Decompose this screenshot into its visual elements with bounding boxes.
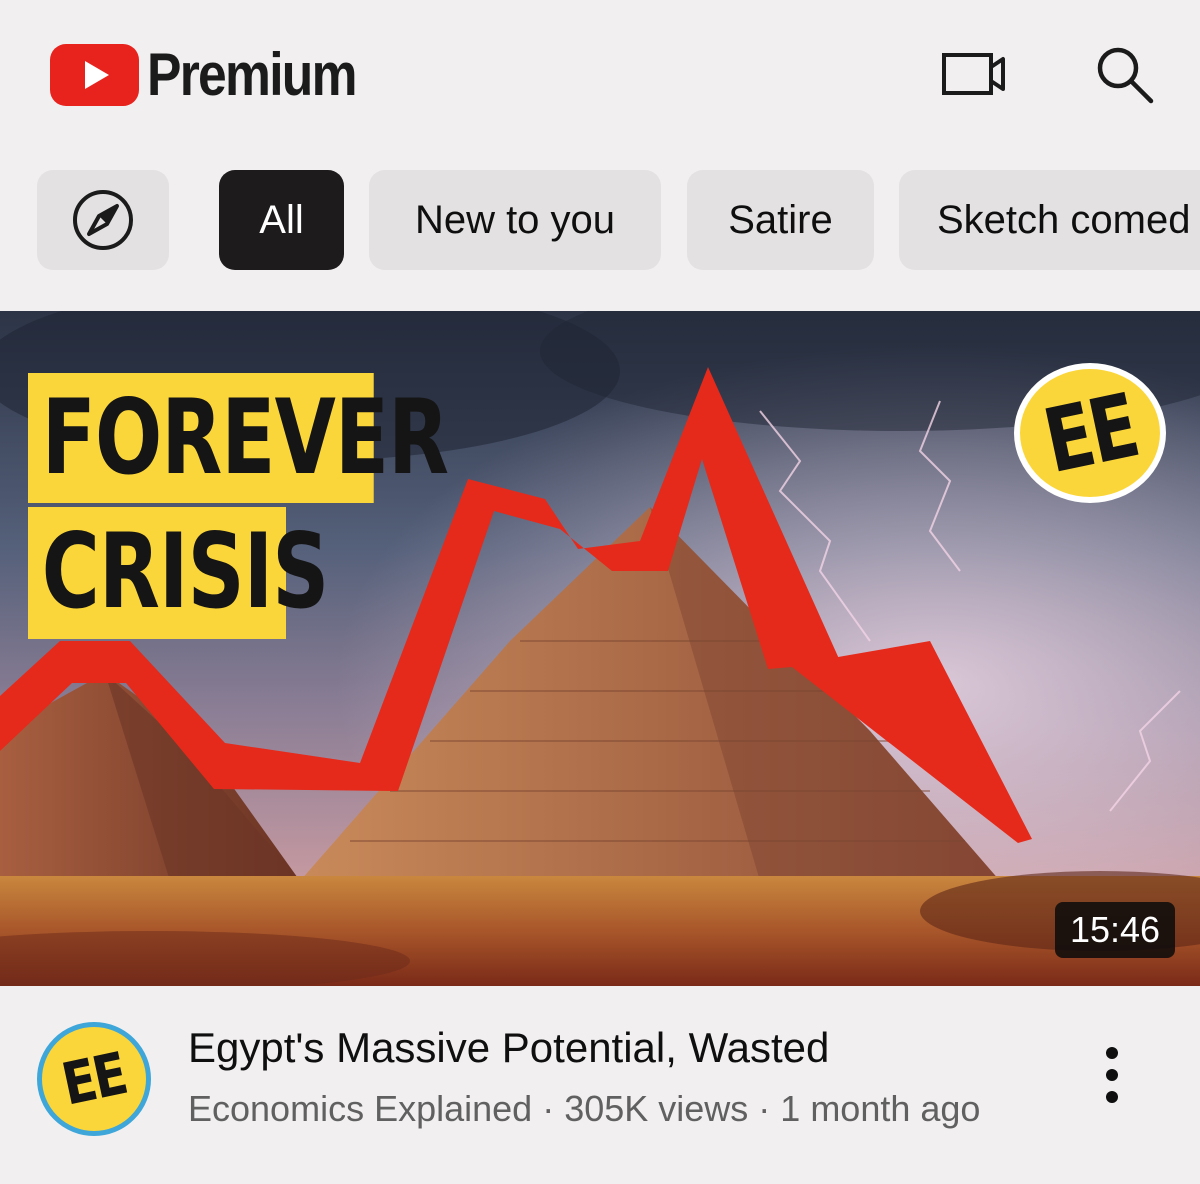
- upload-age: 1 month ago: [780, 1088, 981, 1129]
- video-metadata: Economics Explained · 305K views · 1 mon…: [188, 1088, 1068, 1130]
- chip-sketch-comedy[interactable]: Sketch comed: [899, 170, 1200, 270]
- chip-all[interactable]: All: [219, 170, 344, 270]
- separator: ·: [532, 1088, 565, 1129]
- search-icon: [1097, 47, 1154, 104]
- youtube-logo-icon: [50, 43, 139, 106]
- channel-name[interactable]: Economics Explained: [188, 1088, 532, 1129]
- video-details: EE Egypt's Massive Potential, Wasted Eco…: [0, 1000, 1200, 1184]
- youtube-app: Premium All New to you Satire Sketch com…: [0, 0, 1200, 1184]
- compass-icon: [73, 190, 133, 250]
- channel-avatar[interactable]: EE: [37, 1022, 151, 1136]
- thumbnail-headline-line2: CRISIS: [28, 507, 329, 639]
- thumbnail-headline-line1: FOREVER: [28, 373, 449, 503]
- chip-satire[interactable]: Satire: [687, 170, 874, 270]
- cast-icon: [942, 53, 1005, 95]
- more-vertical-icon: [1106, 1047, 1118, 1103]
- duration-badge: 15:46: [1055, 902, 1175, 958]
- chip-new-to-you[interactable]: New to you: [369, 170, 661, 270]
- explore-chip[interactable]: [37, 170, 169, 270]
- separator: ·: [748, 1088, 781, 1129]
- youtube-premium-logo[interactable]: Premium: [50, 40, 390, 109]
- search-button[interactable]: [1086, 36, 1162, 112]
- video-thumbnail[interactable]: FOREVER CRISIS EE 15:46: [0, 311, 1200, 986]
- cast-button[interactable]: [936, 36, 1012, 112]
- top-bar: Premium: [0, 0, 1200, 150]
- video-title[interactable]: Egypt's Massive Potential, Wasted: [188, 1024, 1048, 1072]
- channel-badge-logo: EE: [1014, 363, 1166, 503]
- view-count: 305K views: [564, 1088, 749, 1129]
- more-options-button[interactable]: [1082, 1030, 1142, 1120]
- brand-label: Premium: [147, 41, 357, 108]
- filter-chips: All New to you Satire Sketch comed: [0, 170, 1200, 270]
